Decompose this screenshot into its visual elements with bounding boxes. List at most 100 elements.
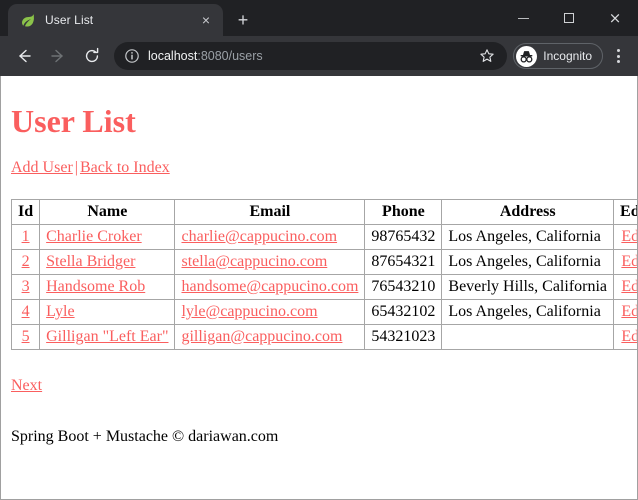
edit-link[interactable]: Edit bbox=[621, 253, 637, 270]
close-window-button[interactable]: × bbox=[592, 1, 638, 35]
edit-link[interactable]: Edit bbox=[621, 328, 637, 345]
tab-strip: User List × + × bbox=[0, 0, 638, 36]
cell-edit: Edit bbox=[613, 274, 637, 300]
info-circle-icon[interactable] bbox=[124, 48, 140, 64]
new-tab-button[interactable]: + bbox=[229, 6, 257, 34]
url-text: localhost:8080/users bbox=[148, 49, 475, 63]
name-link[interactable]: Handsome Rob bbox=[46, 278, 145, 295]
maximize-icon bbox=[564, 13, 574, 23]
cell-edit: Edit bbox=[613, 224, 637, 250]
cell-email: handsome@cappucino.com bbox=[174, 274, 366, 300]
star-icon[interactable] bbox=[475, 44, 499, 68]
column-header-address: Address bbox=[441, 199, 615, 225]
menu-dot bbox=[616, 60, 620, 63]
cell-phone: 87654321 bbox=[364, 249, 443, 275]
minimize-button[interactable] bbox=[500, 1, 546, 35]
back-button[interactable] bbox=[9, 41, 39, 71]
cell-edit: Edit bbox=[613, 299, 637, 325]
email-link[interactable]: stella@cappucino.com bbox=[181, 253, 327, 270]
cell-address: Beverly Hills, California bbox=[441, 274, 615, 300]
link-separator: | bbox=[74, 159, 78, 176]
email-link[interactable]: charlie@cappucino.com bbox=[181, 228, 337, 245]
column-header-edit: Edit bbox=[613, 199, 637, 225]
table-row: 4 Lyle lyle@cappucino.com 65432102 Los A… bbox=[10, 299, 637, 325]
page-content: User List Add User | Back to Index Id Name… bbox=[1, 76, 637, 499]
add-user-link[interactable]: Add User bbox=[11, 159, 73, 176]
spring-leaf-icon bbox=[19, 12, 36, 29]
table-row: 5 Gilligan "Left Ear" gilligan@cappucino… bbox=[10, 324, 637, 350]
next-page-link[interactable]: Next bbox=[11, 377, 42, 394]
table-row: 1 Charlie Croker charlie@cappucino.com 9… bbox=[10, 224, 637, 250]
email-link[interactable]: gilligan@cappucino.com bbox=[181, 328, 342, 345]
cell-email: stella@cappucino.com bbox=[174, 249, 366, 275]
cell-id: 2 bbox=[10, 249, 41, 275]
cell-name: Lyle bbox=[39, 299, 176, 325]
name-link[interactable]: Stella Bridger bbox=[46, 253, 135, 270]
email-link[interactable]: handsome@cappucino.com bbox=[181, 278, 358, 295]
cell-phone: 98765432 bbox=[364, 224, 443, 250]
close-window-icon: × bbox=[608, 8, 622, 27]
edit-link[interactable]: Edit bbox=[621, 278, 637, 295]
id-link[interactable]: 4 bbox=[22, 303, 30, 320]
cell-id: 5 bbox=[10, 324, 41, 350]
name-link[interactable]: Gilligan "Left Ear" bbox=[46, 328, 168, 345]
menu-dot bbox=[616, 54, 620, 58]
column-header-name: Name bbox=[39, 199, 176, 225]
browser-toolbar: localhost:8080/users Incognito bbox=[0, 36, 638, 76]
cell-edit: Edit bbox=[613, 324, 637, 350]
menu-dot bbox=[616, 49, 620, 52]
page-title: User List bbox=[11, 103, 136, 139]
reload-button[interactable] bbox=[77, 41, 107, 71]
column-header-id: Id bbox=[10, 199, 41, 225]
cell-address: Los Angeles, California bbox=[441, 299, 615, 325]
id-link[interactable]: 3 bbox=[22, 278, 30, 295]
forward-button[interactable] bbox=[43, 41, 73, 71]
cell-email: lyle@cappucino.com bbox=[174, 299, 366, 325]
table-body: 1 Charlie Croker charlie@cappucino.com 9… bbox=[10, 224, 637, 350]
edit-link[interactable]: Edit bbox=[621, 303, 637, 320]
name-link[interactable]: Charlie Croker bbox=[46, 228, 142, 245]
browser-window: User List × + × localhost:8080/users Inc… bbox=[0, 0, 638, 500]
cell-phone: 76543210 bbox=[364, 274, 443, 300]
window-controls: × bbox=[500, 0, 638, 36]
cell-phone: 65432102 bbox=[364, 299, 443, 325]
cell-address: Los Angeles, California bbox=[441, 249, 615, 275]
arrow-left-icon bbox=[15, 47, 33, 65]
cell-id: 4 bbox=[10, 299, 41, 325]
id-link[interactable]: 2 bbox=[22, 253, 30, 270]
table-header-row: Id Name Email Phone Address Edit bbox=[10, 199, 637, 225]
id-link[interactable]: 1 bbox=[22, 228, 30, 245]
incognito-badge[interactable]: Incognito bbox=[513, 43, 603, 69]
column-header-phone: Phone bbox=[364, 199, 443, 225]
cell-edit: Edit bbox=[613, 249, 637, 275]
cell-id: 3 bbox=[10, 274, 41, 300]
tab-user-list[interactable]: User List × bbox=[8, 4, 223, 36]
name-link[interactable]: Lyle bbox=[46, 303, 74, 320]
table-header: Id Name Email Phone Address Edit bbox=[10, 199, 637, 225]
address-bar[interactable]: localhost:8080/users bbox=[114, 42, 508, 70]
edit-link[interactable]: Edit bbox=[621, 228, 637, 245]
incognito-hat-icon bbox=[516, 45, 538, 67]
column-header-email: Email bbox=[174, 199, 366, 225]
maximize-button[interactable] bbox=[546, 1, 592, 35]
table-row: 2 Stella Bridger stella@cappucino.com 87… bbox=[10, 249, 637, 275]
tab-title: User List bbox=[45, 13, 94, 27]
page-nav-links: Add User | Back to Index bbox=[11, 159, 629, 177]
close-icon[interactable]: × bbox=[197, 11, 215, 29]
cell-name: Handsome Rob bbox=[39, 274, 176, 300]
url-host: localhost bbox=[148, 49, 198, 63]
id-link[interactable]: 5 bbox=[22, 328, 30, 345]
cell-email: charlie@cappucino.com bbox=[174, 224, 366, 250]
cell-name: Gilligan "Left Ear" bbox=[39, 324, 176, 350]
user-table: Id Name Email Phone Address Edit 1 Charl… bbox=[10, 199, 637, 350]
reload-icon bbox=[83, 47, 101, 65]
arrow-right-icon bbox=[49, 47, 67, 65]
back-to-index-link[interactable]: Back to Index bbox=[80, 159, 170, 176]
three-dots-menu-icon[interactable] bbox=[605, 42, 631, 70]
email-link[interactable]: lyle@cappucino.com bbox=[181, 303, 317, 320]
cell-email: gilligan@cappucino.com bbox=[174, 324, 366, 350]
cell-address: Los Angeles, California bbox=[441, 224, 615, 250]
cell-id: 1 bbox=[10, 224, 41, 250]
url-path: :8080/users bbox=[197, 49, 263, 63]
cell-phone: 54321023 bbox=[364, 324, 443, 350]
